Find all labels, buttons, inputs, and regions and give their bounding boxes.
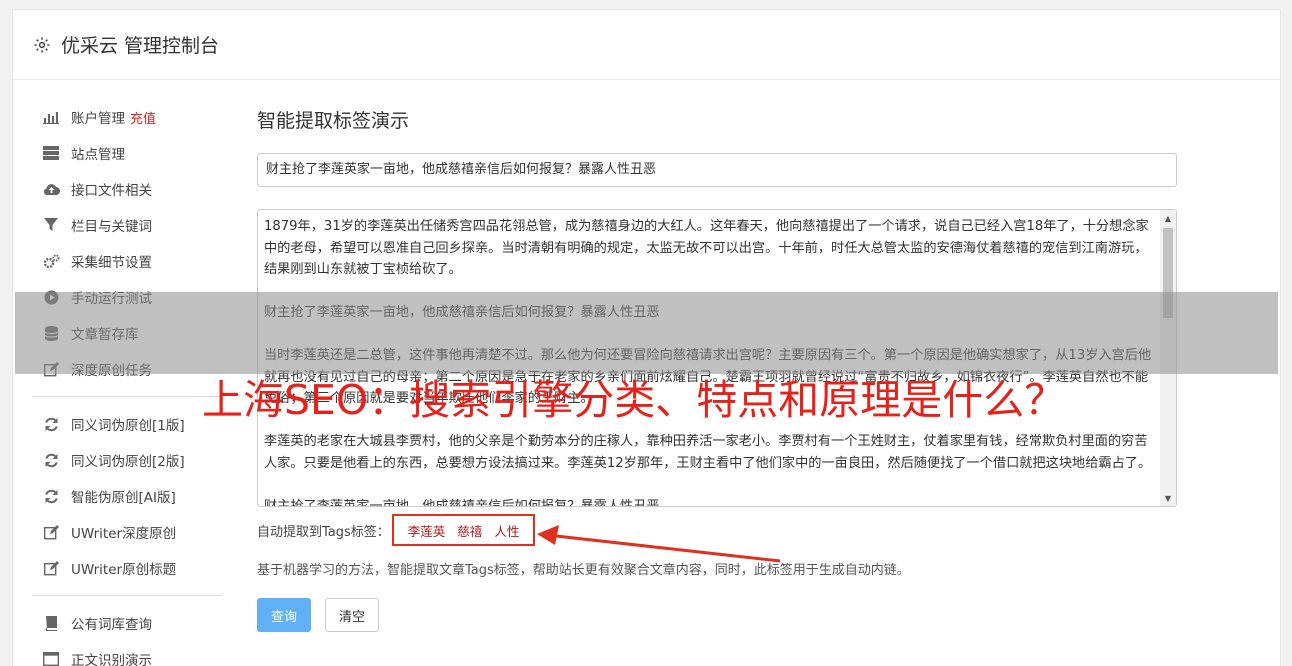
sidebar-item[interactable]: 采集细节设置 xyxy=(32,243,222,279)
sidebar-item-label: UWriter深度原创 xyxy=(71,526,177,542)
sidebar-item-label: 正文识别演示 xyxy=(71,653,152,666)
sidebar-item-label: 栏目与关键词 xyxy=(71,219,152,235)
recharge-link[interactable]: 充值 xyxy=(130,108,156,127)
panel-header: 优采云 管理控制台 xyxy=(13,10,1280,80)
sidebar-item[interactable]: 同义词伪原创[1版] xyxy=(32,406,222,442)
content-title: 智能提取标签演示 xyxy=(257,110,410,132)
gears-icon xyxy=(42,252,60,270)
server-icon xyxy=(42,144,60,162)
filter-icon xyxy=(42,216,60,234)
sidebar-item[interactable]: 栏目与关键词 xyxy=(32,207,222,243)
sidebar-item-label: UWriter原创标题 xyxy=(71,562,177,578)
sidebar-item[interactable]: 正文识别演示 xyxy=(32,641,222,666)
sidebar-item[interactable]: 站点管理 xyxy=(32,135,222,171)
query-button[interactable]: 查询 xyxy=(257,598,311,632)
refresh-icon xyxy=(42,487,60,505)
sidebar-item[interactable]: 同义词伪原创[2版] xyxy=(32,442,222,478)
sidebar-item[interactable]: 公有词库查询 xyxy=(32,605,222,641)
sidebar-item-label: 账户管理 xyxy=(71,111,125,127)
sidebar: 账户管理充值站点管理接口文件相关栏目与关键词采集细节设置手动运行测试文章暂存库深… xyxy=(32,99,222,666)
scroll-down-arrow-icon[interactable]: ▼ xyxy=(1160,490,1176,506)
button-row: 查询 清空 xyxy=(257,598,1177,632)
sidebar-item-label: 公有词库查询 xyxy=(71,617,152,633)
tags-box: 李莲英 慈禧 人性 xyxy=(391,514,536,546)
refresh-icon xyxy=(42,451,60,469)
bar-chart-icon xyxy=(42,108,60,126)
article-title-input[interactable]: 财主抢了李莲英家一亩地，他成慈禧亲信后如何报复？暴露人性丑恶 xyxy=(257,153,1177,187)
sidebar-item-label: 接口文件相关 xyxy=(71,183,152,199)
book-icon xyxy=(42,614,60,632)
nav-divider xyxy=(32,396,222,397)
edit-icon xyxy=(42,523,60,541)
annotation-arrow-icon xyxy=(537,525,781,563)
gear-icon xyxy=(33,36,51,54)
overlay-headline: 上海SEO：搜索引擎分类、特点和原理是什么？ xyxy=(202,376,1066,424)
overlay-band xyxy=(15,292,1278,374)
clear-button[interactable]: 清空 xyxy=(325,598,379,632)
refresh-icon xyxy=(42,415,60,433)
cloud-upload-icon xyxy=(42,180,60,198)
tag[interactable]: 李莲英 xyxy=(408,521,446,540)
edit-icon xyxy=(42,559,60,577)
window-icon xyxy=(42,650,60,666)
nav-divider xyxy=(32,595,222,596)
tags-label: 自动提取到Tags标签： xyxy=(257,524,390,540)
sidebar-item-label: 采集细节设置 xyxy=(71,255,152,271)
sidebar-item[interactable]: UWriter深度原创 xyxy=(32,514,222,550)
sidebar-item[interactable]: 接口文件相关 xyxy=(32,171,222,207)
page-title: 优采云 管理控制台 xyxy=(61,35,220,57)
sidebar-item[interactable]: UWriter原创标题 xyxy=(32,550,222,586)
sidebar-item-label: 智能伪原创[AI版] xyxy=(71,490,176,506)
sidebar-item-label: 同义词伪原创[2版] xyxy=(71,454,185,470)
tag[interactable]: 人性 xyxy=(494,521,519,540)
scroll-up-arrow-icon[interactable]: ▲ xyxy=(1160,210,1176,226)
tag[interactable]: 慈禧 xyxy=(457,521,482,540)
sidebar-item-label: 同义词伪原创[1版] xyxy=(71,418,185,434)
sidebar-item[interactable]: 智能伪原创[AI版] xyxy=(32,478,222,514)
sidebar-item[interactable]: 账户管理 充值 xyxy=(32,99,222,135)
sidebar-item-label: 站点管理 xyxy=(71,147,125,163)
